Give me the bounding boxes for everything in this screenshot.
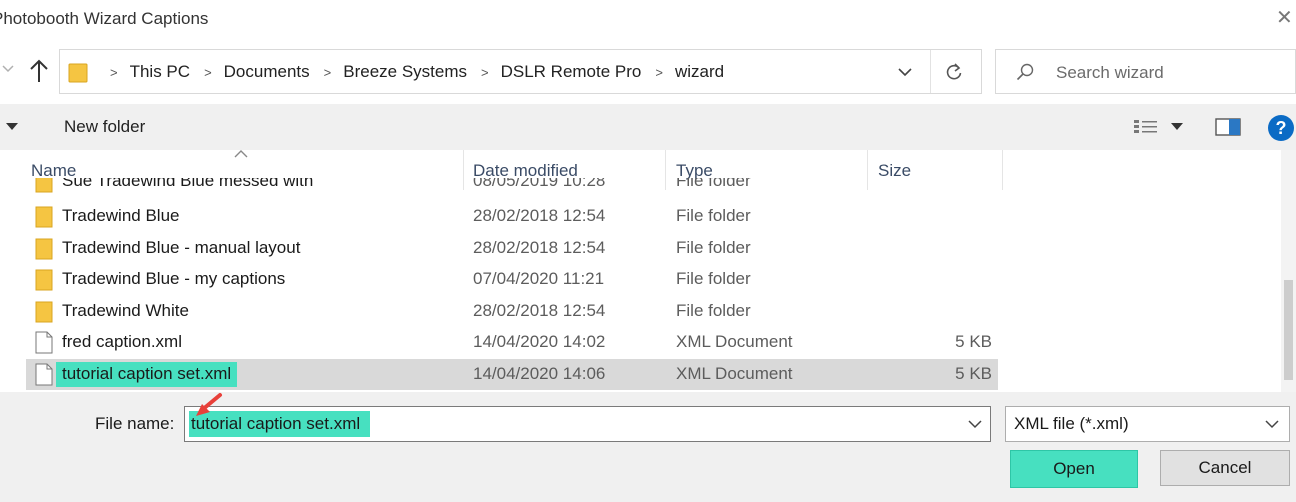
file-date: 08/05/2019 10:28 <box>473 178 606 190</box>
chevron-right-icon[interactable]: > <box>110 65 118 80</box>
folder-icon <box>35 178 53 193</box>
caret-down-icon[interactable] <box>1171 123 1183 131</box>
view-options-icon[interactable] <box>1133 119 1159 135</box>
open-button[interactable]: Open <box>1010 450 1138 488</box>
file-size: 5 KB <box>955 332 992 351</box>
list-item[interactable]: Tradewind White 28/02/2018 12:54 File fo… <box>0 296 1000 327</box>
address-bar[interactable]: > This PC > Documents > Breeze Systems >… <box>59 49 982 94</box>
help-icon[interactable]: ? <box>1268 115 1294 141</box>
vertical-scrollbar[interactable] <box>1281 150 1296 392</box>
file-date: 28/02/2018 12:54 <box>473 238 606 257</box>
file-type-select[interactable]: XML file (*.xml) <box>1005 406 1290 442</box>
file-type: File folder <box>676 178 751 190</box>
annotation-arrow-icon <box>196 393 222 416</box>
file-name: Tradewind Blue - manual layout <box>62 238 301 257</box>
file-date: 28/02/2018 12:54 <box>473 301 606 320</box>
folder-icon <box>35 238 53 260</box>
file-date: 07/04/2020 11:21 <box>473 269 605 288</box>
file-icon <box>35 363 53 386</box>
new-folder-button[interactable]: New folder <box>64 117 145 137</box>
folder-icon <box>68 63 88 83</box>
file-name: Sue Tradewind Blue messed with <box>62 178 314 190</box>
file-size: 5 KB <box>955 364 992 383</box>
search-input[interactable]: Search wizard <box>1056 63 1164 83</box>
list-item[interactable]: Tradewind Blue - my captions 07/04/2020 … <box>0 264 1000 295</box>
folder-icon <box>35 301 53 323</box>
preview-pane-icon[interactable] <box>1215 118 1241 136</box>
breadcrumb-this-pc[interactable]: This PC <box>130 62 190 82</box>
close-icon[interactable]: ✕ <box>1276 8 1294 28</box>
file-type: File folder <box>676 301 751 320</box>
file-name: Tradewind Blue <box>62 206 180 225</box>
file-type: XML Document <box>676 364 793 383</box>
highlight-marker: tutorial caption set.xml <box>56 362 238 387</box>
breadcrumb-wizard[interactable]: wizard <box>675 62 724 82</box>
file-type: File folder <box>676 206 751 225</box>
file-type: XML Document <box>676 332 793 351</box>
divider <box>930 50 931 93</box>
window-title: Photobooth Wizard Captions <box>0 9 209 28</box>
file-icon <box>35 331 53 354</box>
chevron-right-icon[interactable]: > <box>655 65 663 80</box>
file-name-panel: File name: tutorial caption set.xml XML … <box>0 392 1296 502</box>
file-type-value: XML file (*.xml) <box>1014 414 1129 433</box>
file-date: 14/04/2020 14:02 <box>473 332 606 351</box>
chevron-right-icon[interactable]: > <box>204 65 212 80</box>
chevron-down-icon[interactable] <box>1265 420 1279 429</box>
command-bar: New folder ? <box>0 104 1296 150</box>
cancel-button[interactable]: Cancel <box>1160 450 1290 486</box>
breadcrumb: > This PC > Documents > Breeze Systems >… <box>96 62 724 82</box>
file-type: File folder <box>676 238 751 257</box>
chevron-down-icon[interactable] <box>968 420 982 429</box>
list-item[interactable]: Tradewind Blue - manual layout 28/02/201… <box>0 233 1000 264</box>
file-list: Name Date modified Type Size Sue Tradewi… <box>0 150 1296 392</box>
list-item-selected[interactable]: tutorial caption set.xml 14/04/2020 14:0… <box>26 359 998 390</box>
file-name: tutorial caption set.xml <box>56 362 238 387</box>
breadcrumb-documents[interactable]: Documents <box>224 62 310 82</box>
navigation-bar: > This PC > Documents > Breeze Systems >… <box>0 48 1296 96</box>
file-name: Tradewind Blue - my captions <box>62 269 286 288</box>
breadcrumb-breeze-systems[interactable]: Breeze Systems <box>343 62 467 82</box>
folder-icon <box>35 269 53 291</box>
sort-ascending-icon <box>234 150 248 158</box>
file-date: 28/02/2018 12:54 <box>473 206 606 225</box>
list-item[interactable]: fred caption.xml 14/04/2020 14:02 XML Do… <box>0 327 1000 358</box>
refresh-icon[interactable] <box>944 62 964 82</box>
search-box[interactable]: Search wizard <box>995 49 1296 94</box>
file-name: Tradewind White <box>62 301 189 320</box>
title-bar: Photobooth Wizard Captions ✕ <box>0 0 1296 40</box>
chevron-down-icon[interactable] <box>896 64 914 80</box>
file-name-label: File name: <box>95 414 175 433</box>
file-name: fred caption.xml <box>62 332 182 351</box>
up-arrow-icon[interactable] <box>28 58 50 84</box>
search-icon <box>1016 63 1034 81</box>
file-date: 14/04/2020 14:06 <box>473 364 606 383</box>
chevron-right-icon[interactable]: > <box>324 65 332 80</box>
scrollbar-thumb[interactable] <box>1284 280 1293 380</box>
file-name-input[interactable]: tutorial caption set.xml <box>184 406 991 442</box>
chevron-right-icon[interactable]: > <box>481 65 489 80</box>
folder-icon <box>35 206 53 228</box>
breadcrumb-dslr-remote-pro[interactable]: DSLR Remote Pro <box>501 62 642 82</box>
list-item[interactable]: Sue Tradewind Blue messed with 08/05/201… <box>0 178 1296 196</box>
recent-locations-chevron-icon[interactable] <box>2 64 14 74</box>
list-item[interactable]: Tradewind Blue 28/02/2018 12:54 File fol… <box>0 201 1000 232</box>
caret-down-icon[interactable] <box>6 123 18 131</box>
file-type: File folder <box>676 269 751 288</box>
